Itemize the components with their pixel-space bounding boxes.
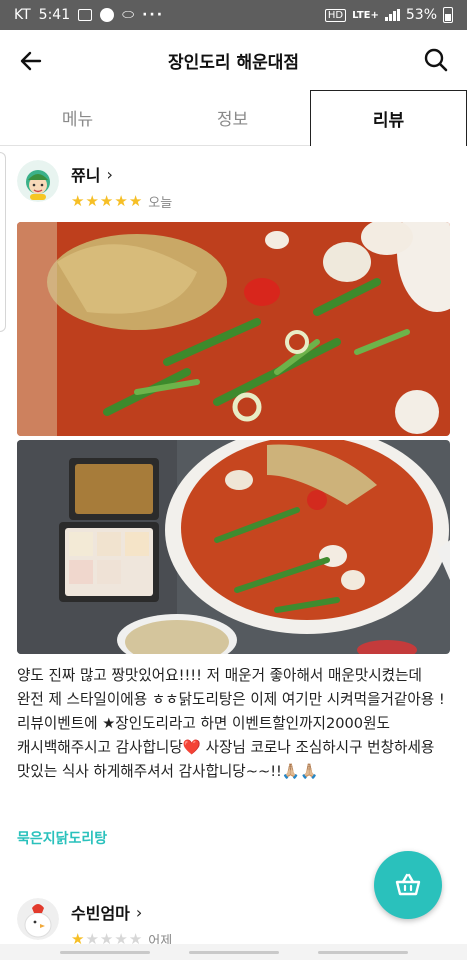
- tab-reviews[interactable]: 리뷰: [310, 90, 467, 146]
- tab-menu[interactable]: 메뉴: [0, 90, 155, 145]
- review-author[interactable]: 쮸니 ›: [71, 162, 172, 186]
- battery-percent: 53%: [405, 7, 437, 23]
- star-icon: ★: [71, 192, 85, 210]
- arrow-left-icon[interactable]: [18, 48, 44, 74]
- chevron-right-icon: ›: [106, 164, 113, 184]
- tab-bar: 메뉴 정보 리뷰: [0, 90, 467, 146]
- review-author[interactable]: 수빈엄마 ›: [71, 900, 172, 924]
- author-name: 쮸니: [71, 166, 101, 185]
- review-header: 쮸니 › ★ ★ ★ ★ ★ 오늘: [17, 160, 450, 212]
- review-body: 양도 진짜 많고 짱맛있어요!!!! 저 매운거 좋아해서 매운맛시켰는데 완전…: [17, 667, 445, 780]
- page-title: 장인도리 해운대점: [167, 52, 300, 73]
- app-header: 장인도리 해운대점: [0, 30, 467, 90]
- signal-icon: [384, 9, 400, 21]
- author-name: 수빈엄마: [71, 904, 130, 923]
- review-photo[interactable]: [17, 440, 450, 654]
- battery-icon: [443, 7, 453, 23]
- star-icon: ★: [114, 192, 128, 210]
- star-rating: ★ ★ ★ ★ ★: [71, 194, 142, 209]
- ordered-menu-link[interactable]: 묵은지닭도리탕: [17, 828, 107, 848]
- review-photo[interactable]: [17, 222, 450, 436]
- star-icon: ★: [85, 192, 99, 210]
- network-label: LTE+: [352, 9, 379, 21]
- gesture-bar: [0, 944, 467, 960]
- star-icon: ★: [128, 192, 143, 210]
- status-bar: KT 5:41 ⬭ ··· HD LTE+ 53%: [0, 0, 467, 30]
- chevron-right-icon: ›: [135, 902, 143, 922]
- clock: 5:41: [38, 7, 71, 23]
- cart-button[interactable]: [374, 851, 442, 919]
- pill-notification-icon: ⬭: [122, 7, 135, 23]
- tab-info[interactable]: 정보: [155, 90, 310, 145]
- hd-voice-icon: HD: [324, 8, 347, 22]
- basket-icon: [395, 873, 421, 896]
- review-card: 쮸니 › ★ ★ ★ ★ ★ 오늘 양도 진짜 많고 짱맛있어요!!!! 저 매…: [17, 160, 450, 847]
- pay-notification-icon: [100, 8, 115, 22]
- avatar[interactable]: [17, 160, 59, 202]
- avatar[interactable]: [17, 898, 59, 940]
- more-notifications-icon: ···: [142, 7, 165, 23]
- review-date: 오늘: [148, 196, 173, 211]
- side-edge-decoration: [0, 152, 6, 332]
- gallery-notification-icon: [78, 9, 93, 21]
- search-icon[interactable]: [423, 47, 449, 73]
- carrier-label: KT: [14, 7, 31, 23]
- star-icon: ★: [99, 192, 114, 210]
